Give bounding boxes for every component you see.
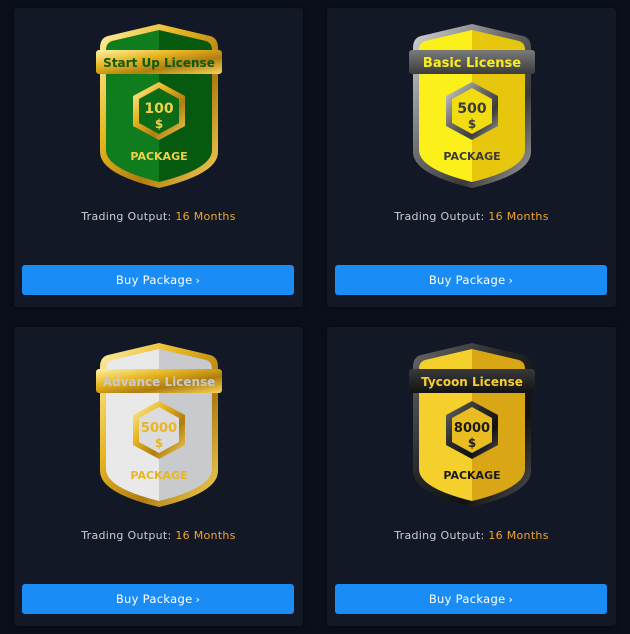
license-badge-image: Tycoon License 8000 $ PACKAGE	[407, 341, 537, 509]
badge-shield-icon: Basic License 500 $ PACKAGE	[409, 24, 535, 188]
license-badge-image: Advance License 5000 $ PACKAGE	[94, 341, 224, 509]
trading-output-label: Trading Output:	[81, 210, 172, 223]
badge-currency: $	[155, 117, 163, 131]
buy-package-button[interactable]: Buy Package ›	[22, 584, 294, 614]
badge-shield-icon: Tycoon License 8000 $ PACKAGE	[409, 343, 535, 507]
badge-currency: $	[468, 436, 476, 450]
package-card-basic: Basic License 500 $ PACKAGE Trading Outp…	[327, 8, 616, 307]
chevron-right-icon: ›	[195, 593, 201, 606]
trading-output-value: 16 Months	[175, 529, 236, 542]
buy-package-button[interactable]: Buy Package ›	[335, 584, 607, 614]
package-card-advance: Advance License 5000 $ PACKAGE Trading O…	[14, 327, 303, 626]
badge-package-word: PACKAGE	[443, 469, 500, 482]
trading-output-label: Trading Output:	[394, 529, 485, 542]
chevron-right-icon: ›	[195, 274, 201, 287]
badge-amount: 8000	[454, 421, 490, 436]
badge-shield-icon: Advance License 5000 $ PACKAGE	[96, 343, 222, 507]
trading-output: Trading Output: 16 Months	[14, 210, 303, 223]
trading-output-value: 16 Months	[488, 210, 549, 223]
package-card-start-up: Start Up License 100 $ PACKAGE Trading O…	[14, 8, 303, 307]
trading-output-value: 16 Months	[488, 529, 549, 542]
chevron-right-icon: ›	[508, 274, 514, 287]
badge-amount: 5000	[141, 421, 177, 436]
package-grid: Start Up License 100 $ PACKAGE Trading O…	[0, 0, 630, 634]
badge-title: Advance License	[103, 375, 216, 389]
badge-title: Basic License	[423, 56, 521, 71]
badge-amount: 500	[457, 101, 486, 117]
license-badge-image: Basic License 500 $ PACKAGE	[407, 22, 537, 190]
buy-package-label: Buy Package	[115, 592, 193, 606]
badge-amount: 100	[144, 101, 173, 117]
badge-package-word: PACKAGE	[130, 150, 187, 163]
badge-currency: $	[155, 436, 163, 450]
package-card-tycoon: Tycoon License 8000 $ PACKAGE Trading Ou…	[327, 327, 616, 626]
trading-output: Trading Output: 16 Months	[327, 529, 616, 542]
badge-package-word: PACKAGE	[130, 469, 187, 482]
buy-package-label: Buy Package	[428, 592, 506, 606]
trading-output-value: 16 Months	[175, 210, 236, 223]
badge-currency: $	[468, 117, 476, 131]
license-badge-image: Start Up License 100 $ PACKAGE	[94, 22, 224, 190]
buy-package-button[interactable]: Buy Package ›	[22, 265, 294, 295]
buy-package-button[interactable]: Buy Package ›	[335, 265, 607, 295]
badge-title: Tycoon License	[421, 375, 523, 389]
chevron-right-icon: ›	[508, 593, 514, 606]
buy-package-label: Buy Package	[115, 273, 193, 287]
trading-output: Trading Output: 16 Months	[327, 210, 616, 223]
trading-output: Trading Output: 16 Months	[14, 529, 303, 542]
badge-package-word: PACKAGE	[443, 150, 500, 163]
badge-shield-icon: Start Up License 100 $ PACKAGE	[96, 24, 222, 188]
trading-output-label: Trading Output:	[394, 210, 485, 223]
trading-output-label: Trading Output:	[81, 529, 172, 542]
buy-package-label: Buy Package	[428, 273, 506, 287]
badge-title: Start Up License	[103, 56, 215, 70]
